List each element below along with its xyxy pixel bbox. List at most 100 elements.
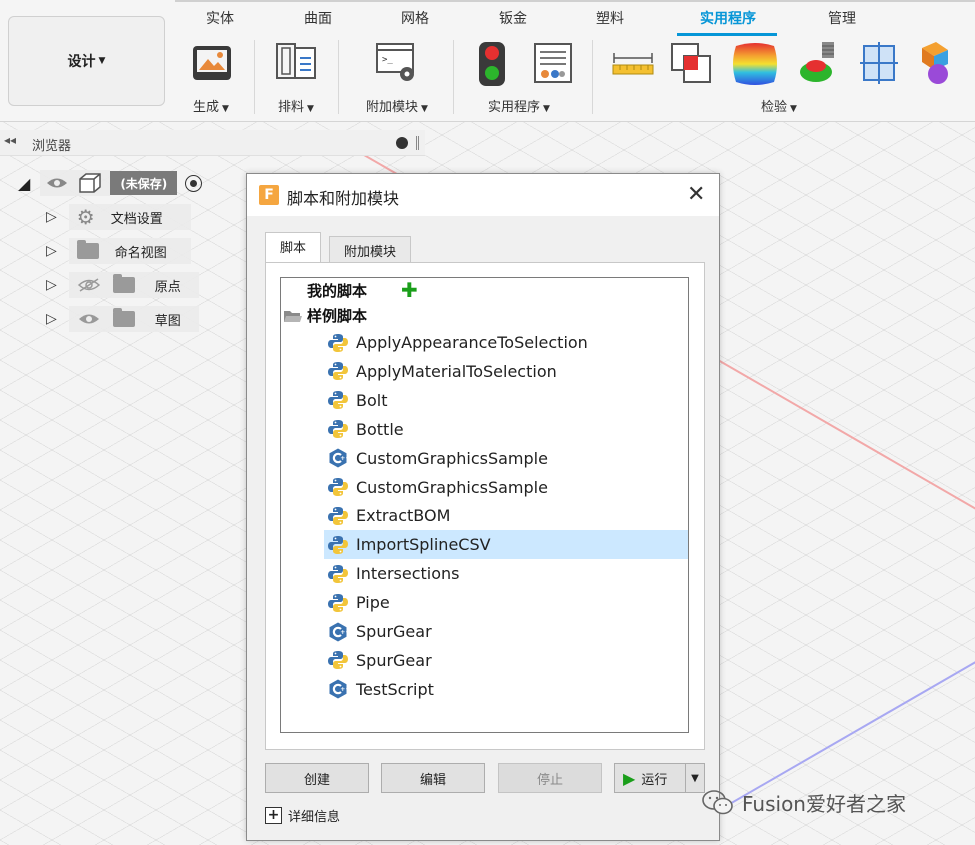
script-item[interactable]: ApplyMaterialToSelection [324,357,688,386]
wechat-icon [702,789,733,814]
draft-analysis-icon[interactable] [796,40,842,88]
watermark: Fusion爱好者之家 [702,788,906,817]
make-image-icon[interactable] [189,40,235,88]
group-arrange-label[interactable]: 排料 ▼ [278,96,314,115]
panel-grip-icon[interactable] [416,136,419,150]
details-toggle[interactable]: + 详细信息 [265,806,340,825]
node-label: 原点 [154,279,181,295]
hidden-eye-icon[interactable] [77,277,101,293]
workspace-switcher[interactable]: 设计 ▼ [8,16,165,106]
browser-node-doc-settings[interactable]: ▷ ⚙ 文档设置 [46,204,191,230]
script-item[interactable]: ExtractBOM [324,501,688,530]
dialog-title: 脚本和附加模块 [287,189,400,208]
node-label: 命名视图 [114,245,167,261]
expand-plus-icon[interactable]: + [265,807,282,824]
python-icon [328,535,348,555]
script-item[interactable]: Bottle [324,415,688,444]
tab-addins[interactable]: 附加模块 [329,236,412,262]
expand-icon[interactable]: ▷ [46,243,57,259]
script-item[interactable]: Bolt [324,386,688,415]
script-item[interactable]: ++ CustomGraphicsSample [324,444,688,473]
tab-scripts[interactable]: 脚本 [265,232,322,263]
chevron-down-icon: ▼ [691,772,699,784]
sample-scripts-category[interactable]: 样例脚本 [307,305,367,326]
script-item[interactable]: ++ SpurGear [324,617,688,646]
tab-surface[interactable]: 曲面 [304,8,332,28]
script-item-label: SpurGear [356,650,432,670]
section-analysis-icon[interactable] [856,40,902,88]
browser-title: 浏览器 [32,139,72,154]
arrange-icon[interactable] [273,40,319,88]
script-item-label: Pipe [356,593,390,613]
collapse-browser-icon[interactable]: ◂◂ [4,133,16,147]
visibility-eye-icon[interactable] [46,176,68,190]
script-item[interactable]: ApplyAppearanceToSelection [324,328,688,357]
my-scripts-category[interactable]: 我的脚本 [307,280,367,301]
script-item[interactable]: ImportSplineCSV [324,530,688,560]
python-icon [328,477,348,497]
browser-root-node[interactable]: ◢ (未保存) [18,170,203,196]
gear-icon: ⚙ [76,205,95,229]
script-item-label: CustomGraphicsSample [356,448,548,468]
expand-icon[interactable]: ▷ [46,277,57,293]
tab-mesh[interactable]: 网格 [401,8,429,28]
script-item[interactable]: SpurGear [324,646,688,675]
scripts-tree[interactable]: 我的脚本 ✚ 样例脚本 ApplyAppearanceToSelection Ap… [280,277,689,733]
svg-text:++: ++ [340,455,348,462]
cpp-icon: ++ [328,622,350,642]
expand-icon[interactable]: ▷ [46,311,57,327]
stop-button[interactable]: 停止 [498,763,602,793]
curvature-analysis-icon[interactable] [730,40,777,88]
traffic-light-icon[interactable] [470,40,516,88]
create-button[interactable]: 创建 [265,763,369,793]
python-icon [328,333,348,353]
expand-icon[interactable]: ▷ [46,209,57,225]
node-label: 文档设置 [110,211,163,227]
script-item-label: Bolt [356,390,388,410]
close-icon[interactable]: ✕ [687,182,705,207]
run-button[interactable]: ▶ 运行 [614,763,686,793]
script-item[interactable]: Pipe [324,588,688,617]
folder-icon [76,240,99,259]
toolbar-ribbon: 设计 ▼ 实体 曲面 网格 钣金 塑料 实用程序 管理 生成 ▼ 排料 ▼ >_… [0,0,975,122]
python-icon [328,564,348,584]
add-script-icon[interactable]: ✚ [401,278,418,302]
tab-solid[interactable]: 实体 [206,8,234,28]
task-manager-icon[interactable] [530,40,576,88]
browser-node-sketches[interactable]: ▷ 草图 [46,306,199,332]
edit-button[interactable]: 编辑 [381,763,485,793]
play-icon: ▶ [623,768,636,788]
browser-node-origin[interactable]: ▷ 原点 [46,272,199,298]
script-item-label: SpurGear [356,622,432,641]
scripts-addins-dialog: F 脚本和附加模块 ✕ 脚本 附加模块 我的脚本 ✚ 样例脚本 ApplyApp… [246,173,720,841]
tab-sheet-metal[interactable]: 钣金 [499,8,527,28]
script-item[interactable]: Intersections [324,559,688,588]
activate-radio-icon[interactable] [185,174,203,192]
tab-utilities[interactable]: 实用程序 [700,8,756,28]
python-icon [328,650,348,670]
tab-plastic[interactable]: 塑料 [596,8,624,28]
scripts-addins-icon[interactable]: >_ [374,40,420,88]
fusion-app-icon: F [259,185,279,205]
active-tab-indicator [677,33,777,36]
component-color-icon[interactable] [914,40,960,88]
visibility-eye-icon[interactable] [77,311,101,327]
expanded-icon[interactable]: ◢ [18,174,30,193]
measure-icon[interactable] [610,40,656,88]
cpp-icon: ++ [328,448,350,468]
group-addins-label[interactable]: 附加模块 ▼ [366,96,428,115]
dialog-titlebar[interactable]: F 脚本和附加模块 ✕ [247,174,719,216]
group-utilities-label[interactable]: 实用程序 ▼ [488,96,550,115]
tab-manage[interactable]: 管理 [828,8,856,28]
browser-node-named-views[interactable]: ▷ 命名视图 [46,238,191,264]
script-item-label: Intersections [356,564,460,584]
folder-icon [112,308,135,327]
pin-icon[interactable] [396,137,408,149]
group-create-label[interactable]: 生成 ▼ [193,96,229,115]
group-inspect-label[interactable]: 检验 ▼ [761,96,797,115]
svg-text:++: ++ [340,629,348,636]
script-item[interactable]: CustomGraphicsSample [324,473,688,502]
script-item[interactable]: ++ TestScript [324,675,688,704]
interference-icon[interactable] [668,40,714,88]
script-item-label: ApplyMaterialToSelection [356,361,557,381]
